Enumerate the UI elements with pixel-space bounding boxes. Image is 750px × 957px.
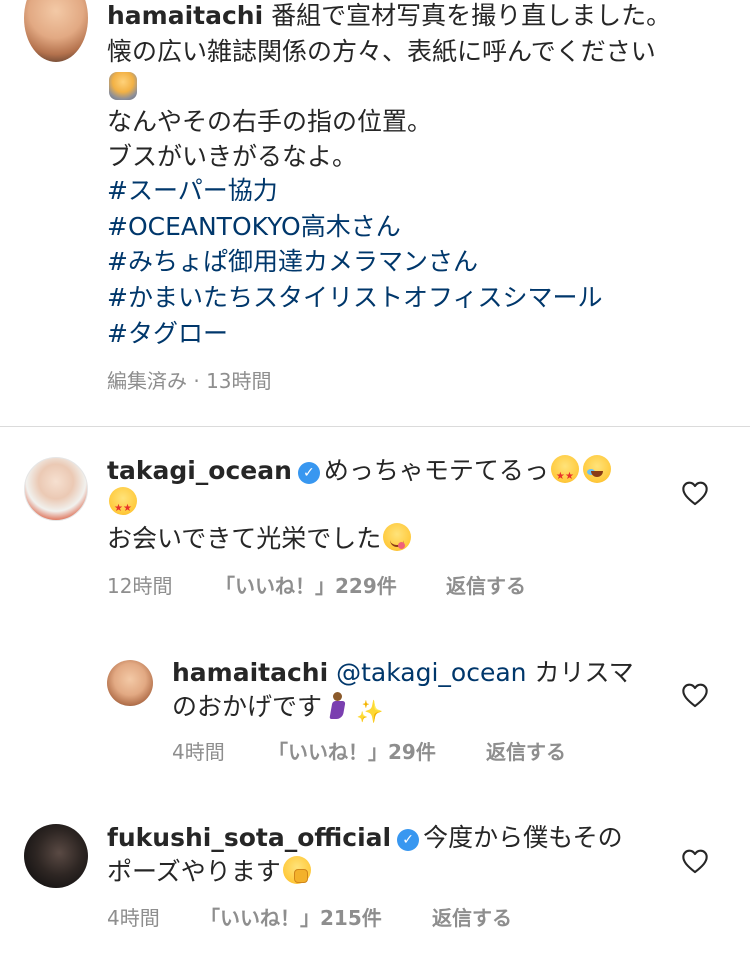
comment-text: のおかげです (172, 692, 323, 721)
commenter-avatar[interactable] (107, 660, 153, 706)
reply-line-1: hamaitachi @takagi_ocean カリスマ (172, 655, 634, 691)
shushing-face-emoji (282, 856, 311, 884)
verified-badge-icon: ✓ (397, 829, 420, 851)
rolling-laughing-emoji (582, 455, 611, 483)
caption-line-2: 懐の広い雑誌関係の方々、表紙に呼んでください (107, 37, 656, 66)
commenter-username[interactable]: hamaitachi (172, 658, 328, 687)
savoring-food-emoji (383, 523, 412, 551)
star-struck-emoji (109, 487, 137, 527)
verified-badge-icon: ✓ (297, 462, 320, 484)
hashtag-link[interactable]: #みちょぱ御用達カメラマンさん (107, 244, 478, 280)
hashtag-link[interactable]: #タグロー (107, 316, 228, 352)
commenter-username[interactable]: fukushi_sota_official (107, 823, 391, 852)
reply-button[interactable]: 返信する (486, 738, 566, 766)
comment-line-2: お会いできて光栄でした (107, 521, 413, 557)
post-meta: 編集済み · 13時間 (107, 369, 272, 393)
comment-text: めっちゃモテてるっ (323, 456, 549, 485)
commenter-avatar[interactable] (24, 457, 88, 521)
caption-line-4: ブスがいきがるなよ。 (107, 142, 358, 171)
comment-likes-count[interactable]: 「いいね！」29件 (268, 738, 436, 766)
reply-button[interactable]: 返信する (432, 904, 512, 932)
post-author-avatar[interactable] (24, 0, 88, 62)
comment-likes-count[interactable]: 「いいね！」215件 (200, 904, 382, 932)
man-dancing-emoji (324, 691, 352, 719)
divider (0, 426, 750, 427)
reply-button[interactable]: 返信する (446, 572, 526, 600)
hashtag-link[interactable]: #かまいたちスタイリストオフィスシマール (107, 280, 602, 316)
star-struck-emoji (550, 455, 579, 495)
comment-likes-count[interactable]: 「いいね！」229件 (215, 572, 397, 600)
comment-text: 今度から僕もその (423, 823, 623, 852)
sparkles-emoji: ✨ (356, 700, 384, 725)
caption-line-3: なんやその右手の指の位置。 (107, 107, 433, 136)
heart-outline-icon[interactable] (681, 682, 709, 708)
heart-outline-icon[interactable] (681, 848, 709, 874)
commenter-username[interactable]: takagi_ocean (107, 456, 292, 485)
comment-time: 4時間 (107, 906, 160, 930)
comment-line-2: ポーズやります (107, 854, 313, 890)
comment-text: カリスマ (534, 658, 634, 687)
caption-emoji-row (107, 70, 139, 106)
commenter-avatar[interactable] (24, 824, 88, 888)
hashtag-link[interactable]: #スーパー協力 (107, 173, 278, 209)
post-author-username[interactable]: hamaitachi (107, 1, 263, 30)
post-caption: hamaitachi 番組で宣材写真を撮り直しました。 (107, 0, 671, 34)
mention-link[interactable]: @takagi_ocean (336, 658, 526, 687)
comment-time: 12時間 (107, 574, 173, 598)
comment-text: お会いできて光栄でした (107, 524, 382, 553)
comment-time: 4時間 (172, 740, 225, 764)
hashtag-link[interactable]: #OCEANTOKYO高木さん (107, 209, 401, 245)
comment-text: ポーズやります (107, 857, 281, 886)
caption-line-1: 番組で宣材写真を撮り直しました。 (271, 1, 672, 30)
comment-line-1: takagi_ocean ✓ めっちゃモテてるっ (107, 453, 613, 495)
comment-emoji-row (107, 485, 139, 527)
reply-line-2: のおかげです ✨ (172, 689, 386, 727)
person-bowing-emoji (109, 72, 137, 100)
heart-outline-icon[interactable] (681, 480, 709, 506)
comment-line-1: fukushi_sota_official ✓ 今度から僕もその (107, 820, 623, 856)
